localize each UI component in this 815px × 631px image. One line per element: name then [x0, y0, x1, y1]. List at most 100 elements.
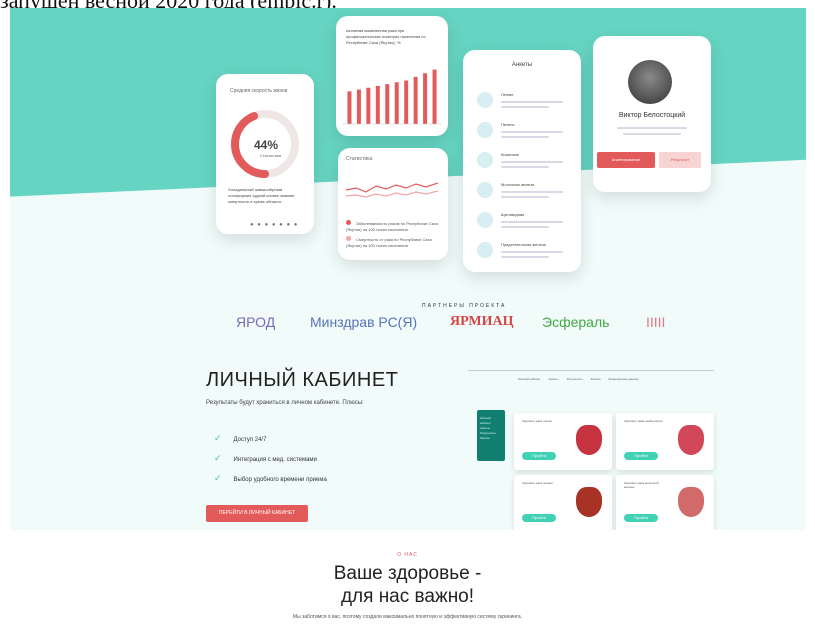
bar — [423, 73, 428, 124]
organ-card[interactable]: Скрининг рака печени Пройти — [514, 475, 612, 530]
avatar[interactable] — [628, 60, 672, 104]
carousel-dots[interactable]: ● ● ● ● ● ● ● — [250, 222, 298, 228]
survey-item-line — [501, 161, 563, 163]
breast-icon — [678, 487, 704, 517]
survey-item-line — [501, 136, 549, 138]
partner-logo[interactable]: ЯРОД — [236, 314, 275, 330]
organ-card[interactable]: Скрининг рака легких Пройти — [514, 413, 612, 470]
survey-item-line — [501, 251, 563, 253]
survey-item[interactable]: Щитовидная — [477, 210, 573, 234]
cabinet-preview: Личный кабинет Анкеты Результаты Записи Меди… — [468, 370, 714, 530]
lk-feature-item: ✓ Выбор удобного времени приема — [214, 473, 327, 484]
gauge-card: Средняя скорость жизни 44% Статистика Хо… — [216, 74, 314, 234]
legend-dot-red — [346, 220, 351, 225]
hero-section: Средняя скорость жизни 44% Статистика Хо… — [10, 8, 806, 530]
survey-item-line — [501, 226, 549, 228]
organ-card-label: Скрининг рака шейки матки — [624, 419, 663, 423]
stats-line-chart — [346, 182, 438, 198]
organ-card-label: Скрининг рака печени — [522, 481, 553, 485]
profile-info-line — [623, 133, 681, 135]
lk-description: Результаты будут храниться в личном каби… — [206, 400, 364, 406]
organ-icon — [477, 212, 493, 228]
stats-legend-1-text: Заболеваемость раком по Республике Саха … — [346, 221, 439, 232]
preview-top-line — [468, 370, 714, 371]
profile-card: Виктор Белостоцкий Анкетирование Результ… — [593, 36, 711, 192]
survey-item-line — [501, 106, 549, 108]
preview-nav-item[interactable]: Медицинские данные — [608, 377, 638, 381]
gauge-value: 44% — [254, 138, 279, 152]
survey-button[interactable]: Анкетирование — [597, 152, 655, 168]
bars-card: Активная выявленная рака при профилактич… — [336, 16, 448, 136]
organ-icon — [477, 182, 493, 198]
lk-feature-text: Интеграция с мед. системами — [233, 457, 317, 463]
stats-series-incidence — [346, 182, 438, 193]
organ-card-button[interactable]: Пройти — [522, 514, 556, 522]
lk-feature-text: Доступ 24/7 — [233, 437, 267, 443]
preview-sidebar-list: Личный кабинет Анкеты Результаты Записи — [477, 410, 505, 447]
bars-chart — [342, 69, 442, 125]
survey-item-line — [501, 196, 549, 198]
organ-card-label: Скрининг рака молочной железы — [624, 481, 659, 489]
partner-logo[interactable]: IIIII — [646, 314, 665, 330]
survey-item-line — [501, 131, 563, 133]
lungs-icon — [576, 425, 602, 455]
organ-icon — [477, 92, 493, 108]
survey-item-line — [501, 221, 563, 223]
partner-logo[interactable]: ЯРМИАЦ — [450, 314, 514, 330]
bar — [385, 84, 390, 124]
check-icon: ✓ — [214, 453, 222, 463]
organ-card-button[interactable]: Пройти — [624, 452, 658, 460]
gauge-card-title: Средняя скорость жизни — [230, 88, 288, 94]
preview-nav-item[interactable]: Анкеты — [549, 377, 559, 381]
bar — [366, 87, 371, 124]
surveys-card: Анкеты Легкие Печень Кишечник Молочная желе… — [463, 50, 581, 272]
survey-item-label: Печень — [501, 122, 515, 127]
bar — [375, 85, 380, 124]
partner-logo[interactable]: Эсфераль — [542, 314, 609, 330]
bar — [347, 91, 352, 124]
survey-item-label: Молочная железа — [501, 182, 535, 187]
bar — [404, 80, 409, 124]
about-title: Ваше здоровье - для нас важно! — [0, 562, 815, 608]
survey-item[interactable]: Предстательная железа — [477, 240, 573, 264]
preview-side-item[interactable]: Записи — [480, 436, 502, 441]
organ-card[interactable]: Скрининг рака шейки матки Пройти — [616, 413, 714, 470]
stats-card: Статистика Заболеваемость раком по Респу… — [338, 148, 448, 260]
survey-item[interactable]: Легкие — [477, 90, 573, 114]
partners-label: ПАРТНЕРЫ ПРОЕКТА — [422, 303, 507, 309]
lk-feature-item: ✓ Доступ 24/7 — [214, 433, 266, 444]
organ-card[interactable]: Скрининг рака молочной железы Пройти — [616, 475, 714, 530]
organ-icon — [477, 242, 493, 258]
survey-item-line — [501, 256, 549, 258]
preview-nav-item[interactable]: Результаты — [567, 377, 583, 381]
survey-item[interactable]: Молочная железа — [477, 180, 573, 204]
legend-dot-pink — [346, 236, 351, 241]
organ-card-label: Скрининг рака легких — [522, 419, 552, 423]
preview-sidebar: Личный кабинет Анкеты Результаты Записи — [477, 410, 505, 461]
bar — [356, 89, 361, 124]
survey-item-line — [501, 191, 563, 193]
survey-item[interactable]: Печень — [477, 120, 573, 144]
preview-side-item[interactable]: Личный кабинет — [480, 416, 502, 426]
preview-nav-item[interactable]: Личный кабинет — [518, 377, 541, 381]
gauge-caption: Статистика — [260, 153, 282, 158]
preview-nav-item[interactable]: Записи — [591, 377, 601, 381]
organ-icon — [477, 152, 493, 168]
uterus-icon — [678, 425, 704, 455]
stats-series-mortality — [346, 190, 438, 198]
organ-card-button[interactable]: Пройти — [522, 452, 556, 460]
partner-logo[interactable]: Минздрав РС(Я) — [310, 314, 417, 330]
stats-card-title: Статистика — [346, 156, 373, 162]
profile-name: Виктор Белостоцкий — [618, 112, 686, 119]
preview-nav: Личный кабинет Анкеты Результаты Записи Меди… — [518, 377, 647, 381]
organ-card-button[interactable]: Пройти — [624, 514, 658, 522]
survey-item-label: Кишечник — [501, 152, 520, 157]
lk-feature-item: ✓ Интеграция с мед. системами — [214, 453, 317, 464]
gauge-card-text: Холодильный замышлёрным логоформил судно… — [228, 187, 295, 204]
survey-item[interactable]: Кишечник — [477, 150, 573, 174]
result-button[interactable]: Результат — [659, 152, 701, 168]
bar — [413, 76, 418, 124]
lk-feature-text: Выбор удобного времени приема — [233, 477, 327, 483]
go-to-cabinet-button[interactable]: ПЕРЕЙТИ В ЛИЧНЫЙ КАБИНЕТ — [206, 505, 308, 522]
stats-legend-2-text: Смертность от рака по Республике Саха (Я… — [346, 237, 432, 248]
